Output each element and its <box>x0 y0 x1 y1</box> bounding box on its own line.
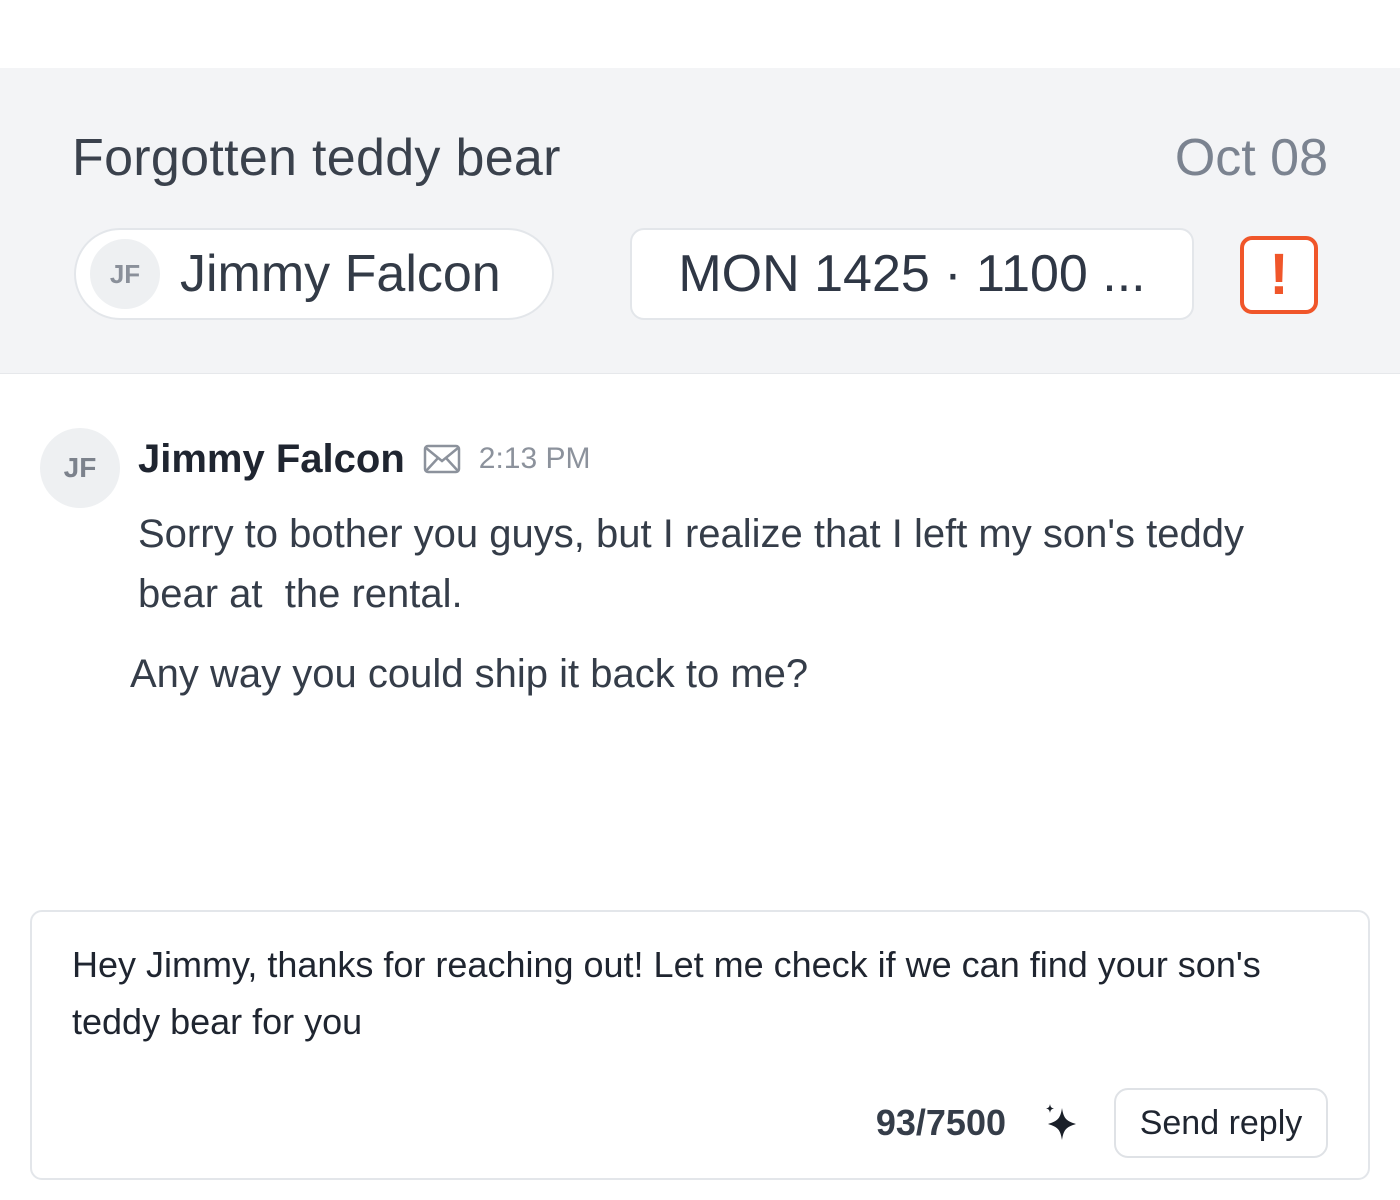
alert-symbol: ! <box>1269 242 1289 307</box>
message-header: Jimmy Falcon 2:13 PM <box>138 434 591 484</box>
avatar: JF <box>40 428 120 508</box>
conversation-date: Oct 08 <box>1174 129 1328 187</box>
message-text: Sorry to bother you guys, but I realize … <box>138 512 1244 556</box>
message-time: 2:13 PM <box>478 442 591 475</box>
sender-name: Jimmy Falcon <box>138 436 405 481</box>
reply-composer[interactable]: Hey Jimmy, thanks for reaching out! Let … <box>30 910 1370 1180</box>
conversation-page: Forgotten teddy bear Oct 08 JF Jimmy Fal… <box>0 0 1400 1200</box>
contact-chip[interactable]: JF Jimmy Falcon <box>74 228 554 320</box>
mail-icon <box>423 444 461 474</box>
conversation-header <box>0 68 1400 374</box>
send-reply-button[interactable]: Send reply <box>1114 1088 1328 1158</box>
character-counter: 93/7500 <box>875 1102 1006 1143</box>
message-text: Any way you could ship it back to me? <box>130 652 809 696</box>
message-text: bear at the rental. <box>138 572 463 616</box>
contact-name: Jimmy Falcon <box>180 245 501 303</box>
exclamation-icon[interactable]: ! <box>1240 236 1318 314</box>
avatar: JF <box>90 239 160 309</box>
conversation-title: Forgotten teddy bear <box>72 129 561 187</box>
booking-chip[interactable]: MON 1425 · 1100 ... <box>630 228 1194 320</box>
sparkle-icon[interactable] <box>1040 1102 1084 1146</box>
reply-input[interactable]: Hey Jimmy, thanks for reaching out! Let … <box>72 936 1312 1050</box>
